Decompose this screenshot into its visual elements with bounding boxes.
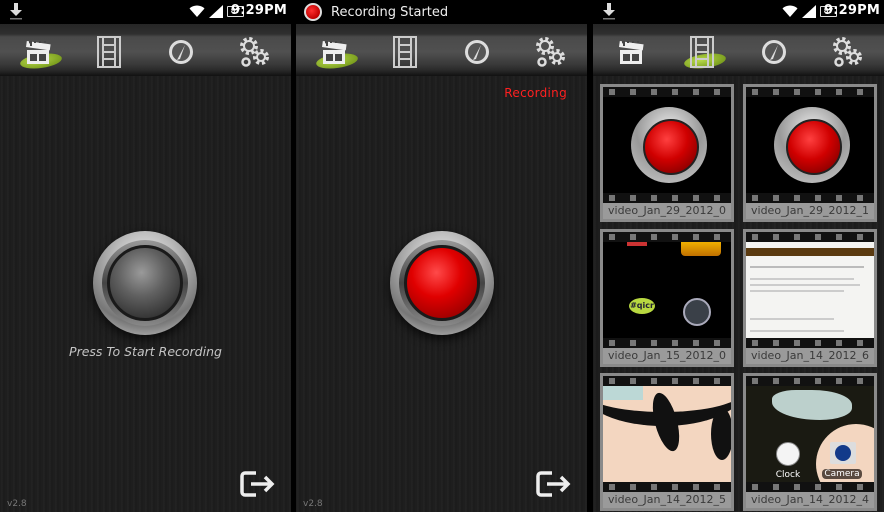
- wifi-icon: [189, 5, 205, 17]
- video-thumbnail[interactable]: #qicr video_Jan_15_2012_0: [600, 229, 734, 367]
- status-bar: Recording Started: [296, 0, 587, 24]
- tab-bar: [593, 24, 884, 76]
- video-preview: Clock Camera: [746, 386, 874, 482]
- video-preview: [746, 97, 874, 193]
- clock-time: 9:29PM: [824, 3, 880, 18]
- record-dot-icon: [304, 3, 322, 21]
- video-thumbnail[interactable]: video_Jan_29_2012_0: [600, 84, 734, 222]
- gauge-icon: [762, 40, 786, 64]
- gears-icon: [833, 37, 862, 67]
- clock-widget-icon: [683, 298, 711, 326]
- tab-gauge[interactable]: [754, 32, 794, 72]
- clock-time: 9:29PM: [231, 3, 287, 18]
- video-preview: #qicr: [603, 242, 731, 338]
- video-name: video_Jan_29_2012_1: [746, 203, 874, 219]
- gauge-icon: [169, 40, 193, 64]
- video-name: video_Jan_15_2012_0: [603, 348, 731, 364]
- video-thumbnail[interactable]: video_Jan_14_2012_5: [600, 373, 734, 511]
- gauge-icon: [465, 40, 489, 64]
- gears-icon: [240, 37, 269, 67]
- start-recording-prompt: Press To Start Recording: [69, 344, 222, 359]
- tab-settings[interactable]: [234, 32, 274, 72]
- status-bar: 87 9:29PM: [593, 0, 884, 24]
- film-strip-icon: [393, 36, 417, 68]
- download-icon: [10, 3, 22, 20]
- exit-icon[interactable]: [535, 470, 573, 498]
- screen-record-idle: 87 9:29PM Press To Start Recording v2.8: [0, 0, 291, 512]
- tab-bar: [296, 24, 587, 76]
- version-label: v2.8: [303, 499, 323, 509]
- download-icon: [603, 3, 615, 20]
- tab-videos[interactable]: [385, 32, 425, 72]
- notification-ticker: Recording Started: [304, 3, 448, 21]
- tab-record[interactable]: [18, 32, 58, 72]
- screen-recording: Recording Started Recording v2.8: [296, 0, 587, 512]
- status-bar: 87 9:29PM: [0, 0, 291, 24]
- signal-icon: [802, 5, 816, 18]
- tab-settings[interactable]: [827, 32, 867, 72]
- clapperboard-icon: [26, 41, 51, 64]
- exit-icon[interactable]: [239, 470, 277, 498]
- tab-settings[interactable]: [530, 32, 570, 72]
- video-preview: [603, 97, 731, 193]
- recording-status: Recording: [504, 86, 567, 100]
- video-thumbnail[interactable]: Clock Camera video_Jan_14_2012_4: [743, 373, 877, 511]
- signal-icon: [209, 5, 223, 18]
- tab-gauge[interactable]: [161, 32, 201, 72]
- video-preview: [746, 242, 874, 338]
- camera-app-icon: [830, 442, 856, 464]
- app-label-clock: Clock: [775, 470, 801, 480]
- tab-record[interactable]: [611, 32, 651, 72]
- screen-video-gallery: 87 9:29PM video_Jan_29_2012_0 video_Jan_…: [593, 0, 884, 512]
- video-name: video_Jan_14_2012_5: [603, 492, 731, 508]
- app-badge: #qicr: [629, 298, 655, 314]
- video-name: video_Jan_14_2012_4: [746, 492, 874, 508]
- video-thumbnail[interactable]: video_Jan_14_2012_6: [743, 229, 877, 367]
- tab-videos[interactable]: [89, 32, 129, 72]
- clock-app-icon: [776, 442, 800, 466]
- tab-gauge[interactable]: [457, 32, 497, 72]
- wifi-icon: [782, 5, 798, 17]
- video-preview: [603, 386, 731, 482]
- notification-text: Recording Started: [331, 4, 449, 20]
- clapperboard-icon: [322, 41, 347, 64]
- start-recording-button[interactable]: [93, 231, 197, 335]
- tab-videos[interactable]: [682, 32, 722, 72]
- stop-recording-button[interactable]: [390, 231, 494, 335]
- film-strip-icon: [97, 36, 121, 68]
- gears-icon: [536, 37, 565, 67]
- version-label: v2.8: [7, 499, 27, 509]
- clapperboard-icon: [619, 41, 644, 64]
- video-thumbnail[interactable]: video_Jan_29_2012_1: [743, 84, 877, 222]
- tab-record[interactable]: [314, 32, 354, 72]
- video-name: video_Jan_29_2012_0: [603, 203, 731, 219]
- video-name: video_Jan_14_2012_6: [746, 348, 874, 364]
- tab-bar: [0, 24, 291, 76]
- film-strip-icon: [690, 36, 714, 68]
- app-label-camera: Camera: [822, 469, 862, 479]
